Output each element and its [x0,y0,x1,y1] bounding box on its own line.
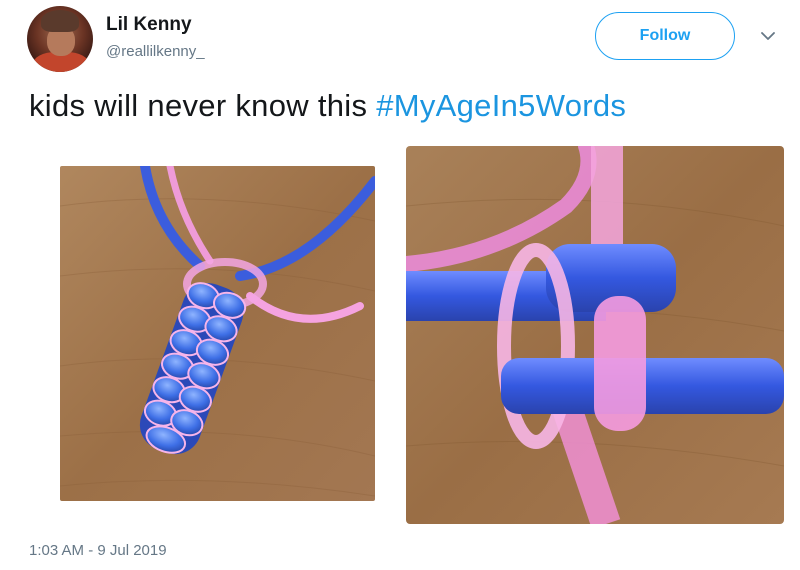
tweet-text-plain: kids will never know this [29,88,377,123]
tweet-timestamp[interactable]: 1:03 AM - 9 Jul 2019 [29,542,167,559]
author-display-name[interactable]: Lil Kenny [106,14,192,36]
avatar-hat [41,10,79,32]
chevron-down-icon[interactable] [760,28,776,44]
tweet-text: kids will never know this #MyAgeIn5Words [29,88,626,124]
lanyard-knot-closeup-image [406,146,784,524]
lanyard-keychain-image [60,166,375,501]
tweet-photo-2[interactable] [406,146,784,524]
avatar[interactable] [27,6,93,72]
follow-button[interactable]: Follow [595,12,735,60]
tweet-photo-1[interactable] [60,166,375,501]
hashtag-link[interactable]: #MyAgeIn5Words [376,88,626,123]
author-handle[interactable]: @reallilkenny_ [106,43,205,60]
